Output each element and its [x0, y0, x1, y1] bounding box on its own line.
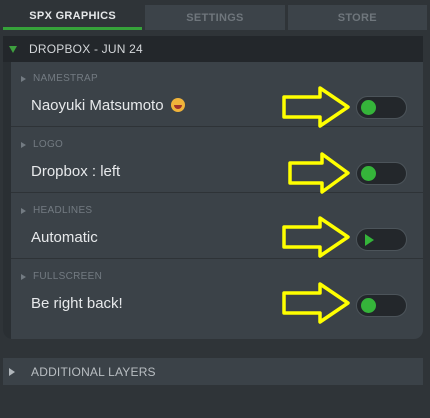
item-category-label: HEADLINES — [33, 205, 93, 216]
collapse-triangle-icon — [21, 75, 26, 82]
tab-bar: SPX GRAPHICS SETTINGS STORE — [3, 5, 427, 30]
item-category-label: LOGO — [33, 139, 64, 150]
expand-triangle-icon — [9, 367, 15, 376]
item-category: HEADLINES — [21, 205, 92, 216]
item-category: NAMESTRAP — [21, 73, 98, 84]
item-category-label: FULLSCREEN — [33, 271, 103, 282]
tab-settings[interactable]: SETTINGS — [145, 5, 285, 30]
rundown-item-logo[interactable]: LOGO Dropbox : left — [11, 128, 423, 193]
grinning-face-emoji-icon — [170, 98, 185, 112]
item-text-label: Naoyuki Matsumoto — [31, 97, 164, 114]
play-toggle-logo[interactable] — [356, 162, 407, 185]
item-text: Naoyuki Matsumoto — [31, 97, 185, 114]
rundown-item-headlines[interactable]: HEADLINES Automatic — [11, 194, 423, 259]
yellow-arrow-icon — [282, 216, 350, 258]
yellow-arrow-icon — [288, 152, 350, 194]
rundown-item-fullscreen[interactable]: FULLSCREEN Be right back! — [11, 260, 423, 325]
collapse-triangle-icon — [21, 207, 26, 214]
additional-layers-label: ADDITIONAL LAYERS — [31, 364, 156, 379]
toggle-knob-icon — [361, 298, 376, 313]
play-toggle-namestrap[interactable] — [356, 96, 407, 119]
collapse-triangle-icon — [21, 273, 26, 280]
rundown-title: DROPBOX - JUN 24 — [29, 42, 143, 56]
play-icon — [365, 234, 374, 246]
yellow-arrow-icon — [282, 86, 350, 128]
play-button-headlines[interactable] — [356, 228, 407, 251]
item-text: Be right back! — [31, 295, 123, 312]
toggle-knob-icon — [361, 100, 376, 115]
toggle-knob-icon — [361, 166, 376, 181]
rundown-item-namestrap[interactable]: NAMESTRAP Naoyuki Matsumoto — [11, 62, 423, 127]
item-text: Automatic — [31, 229, 98, 246]
rundown-items: NAMESTRAP Naoyuki Matsumoto LOGO Dropbox… — [3, 62, 423, 339]
item-category-label: NAMESTRAP — [33, 73, 98, 84]
yellow-arrow-icon — [282, 282, 350, 324]
collapse-triangle-icon — [21, 141, 26, 148]
spx-graphics-panel: SPX GRAPHICS SETTINGS STORE DROPBOX - JU… — [0, 0, 430, 418]
rundown-header[interactable]: DROPBOX - JUN 24 — [3, 36, 423, 62]
tab-store[interactable]: STORE — [287, 5, 427, 30]
tab-spx-graphics[interactable]: SPX GRAPHICS — [3, 5, 143, 30]
expand-triangle-icon — [9, 45, 17, 53]
item-category: LOGO — [21, 139, 63, 150]
additional-layers-header[interactable]: ADDITIONAL LAYERS — [3, 358, 423, 385]
item-category: FULLSCREEN — [21, 271, 102, 282]
item-text: Dropbox : left — [31, 163, 121, 180]
play-toggle-fullscreen[interactable] — [356, 294, 407, 317]
